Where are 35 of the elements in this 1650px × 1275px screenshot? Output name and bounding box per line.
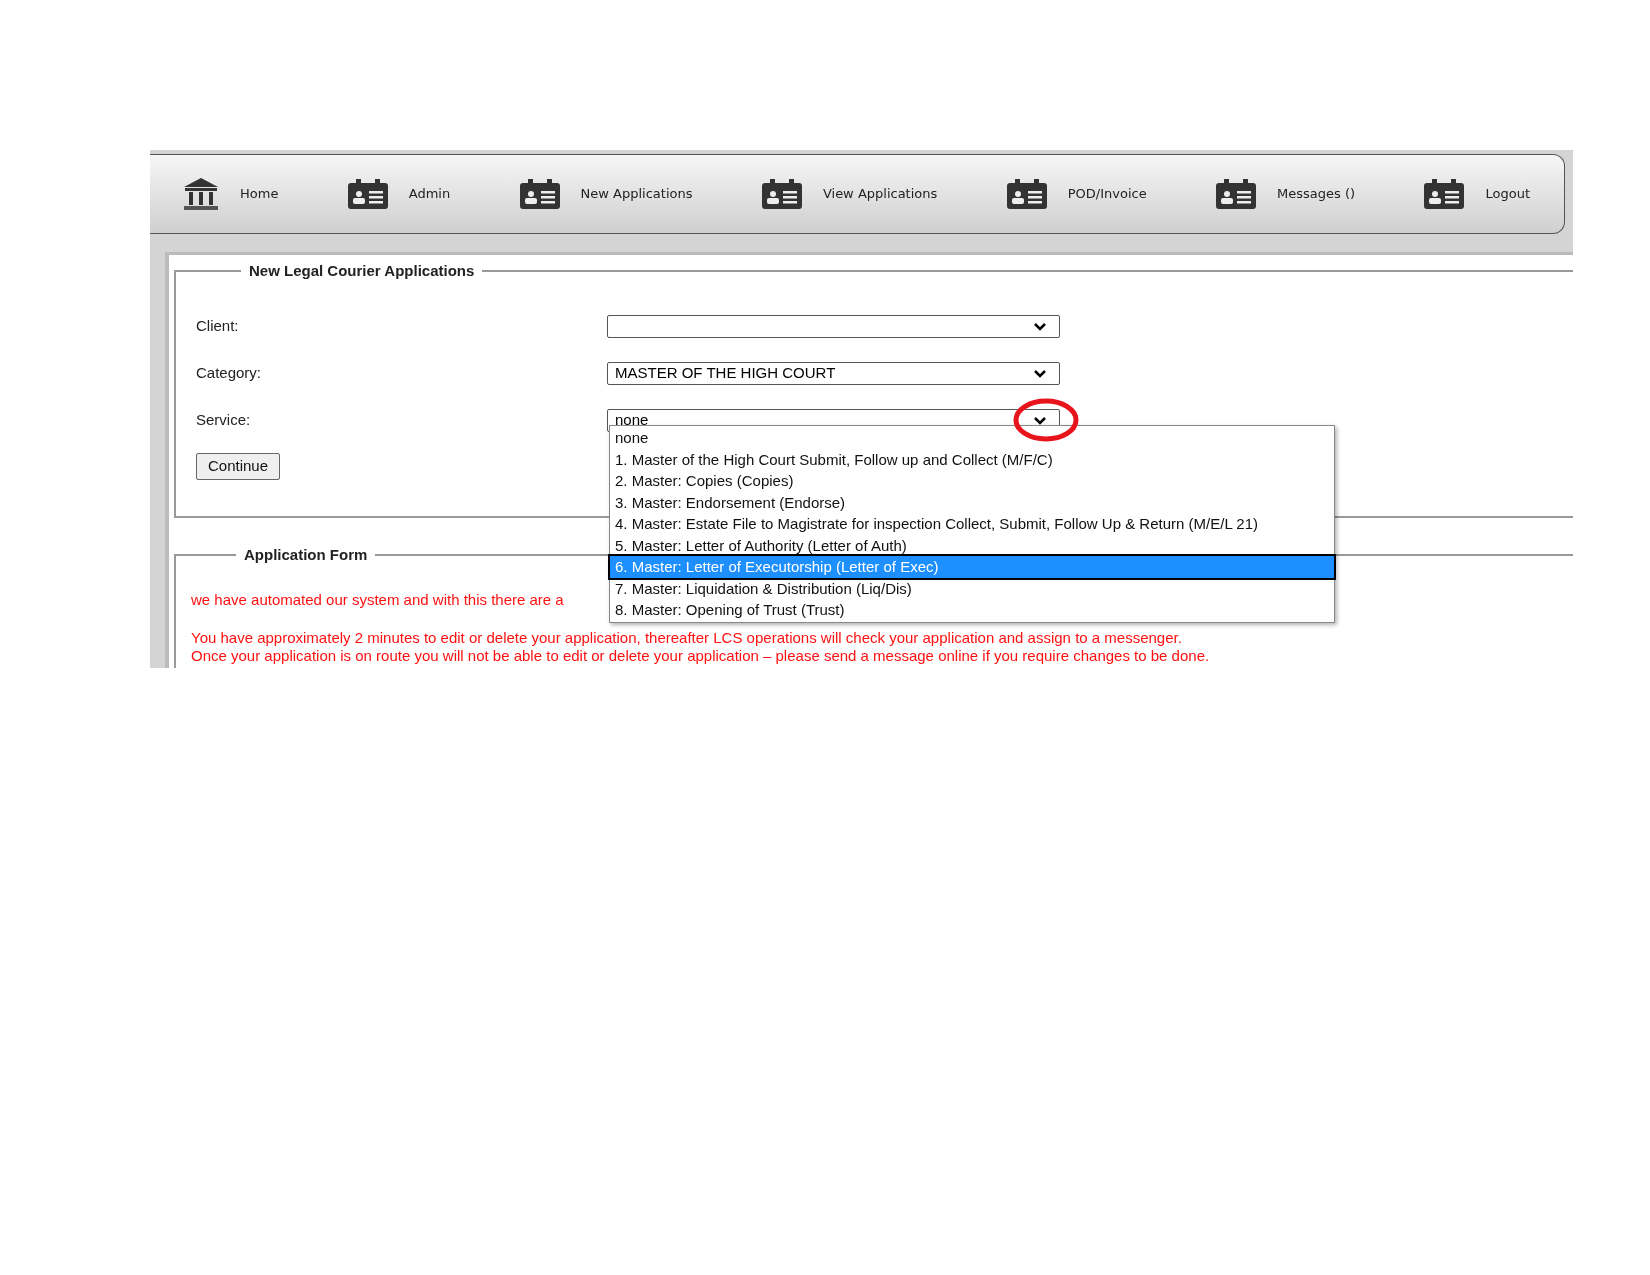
bank-icon xyxy=(182,176,220,212)
id-card-icon xyxy=(518,178,561,210)
select-field[interactable] xyxy=(607,315,1060,338)
nav-link[interactable]: View Applications xyxy=(760,178,938,210)
notice-text: Once your application is on route you will not be able to edit or delete your application – please send a message online if you require changes to be done. xyxy=(191,646,1210,665)
chevron-down-icon xyxy=(1033,368,1047,379)
nav-link[interactable]: Home xyxy=(182,176,279,212)
notice-text: we have automated our system and with this there are a xyxy=(191,590,564,609)
field-label: Category: xyxy=(196,363,263,384)
nav-link[interactable]: Messages () xyxy=(1215,178,1356,210)
nav-link[interactable]: Admin xyxy=(346,178,451,210)
notice-text: You have approximately 2 minutes to edit or delete your application, thereafter LCS operations will check your application and assign to a messenger. xyxy=(191,628,1182,647)
chevron-down-icon xyxy=(1033,321,1047,332)
dropdown-option[interactable]: 4. Master: Estate File to Magistrate for inspection Collect, Submit, Follow Up & Return (M/E/L 21) xyxy=(610,513,1334,535)
section-title: New Legal Courier Applications xyxy=(248,261,476,281)
chevron-down-icon xyxy=(1033,415,1047,426)
dropdown-option[interactable]: 5. Master: Letter of Authority (Letter of Auth) xyxy=(610,534,1334,556)
section-title: Application Form xyxy=(243,545,369,565)
select-field[interactable]: MASTER OF THE HIGH COURT xyxy=(607,362,1060,385)
id-card-icon xyxy=(1005,178,1048,210)
nav-link[interactable]: New Applications xyxy=(518,178,693,210)
dropdown-option[interactable]: 3. Master: Endorsement (Endorse) xyxy=(610,491,1334,513)
id-card-icon xyxy=(1215,178,1258,210)
id-card-icon xyxy=(760,178,803,210)
dropdown-option[interactable]: 7. Master: Liquidation & Distribution (Liq/Dis) xyxy=(610,577,1334,599)
nav-link[interactable]: Logout xyxy=(1423,178,1530,210)
id-card-icon xyxy=(346,178,389,210)
nav-link[interactable]: POD/Invoice xyxy=(1005,178,1147,210)
continue-button[interactable]: Continue xyxy=(196,452,281,480)
field-label: Service: xyxy=(196,410,252,431)
dropdown-option[interactable]: 8. Master: Opening of Trust (Trust) xyxy=(610,599,1334,621)
dropdown-option[interactable]: 1. Master of the High Court Submit, Follow up and Collect (M/F/C) xyxy=(610,448,1334,470)
id-card-icon xyxy=(1423,178,1466,210)
field-label: Client: xyxy=(196,316,240,337)
dropdown-option[interactable]: 2. Master: Copies (Copies) xyxy=(610,470,1334,492)
